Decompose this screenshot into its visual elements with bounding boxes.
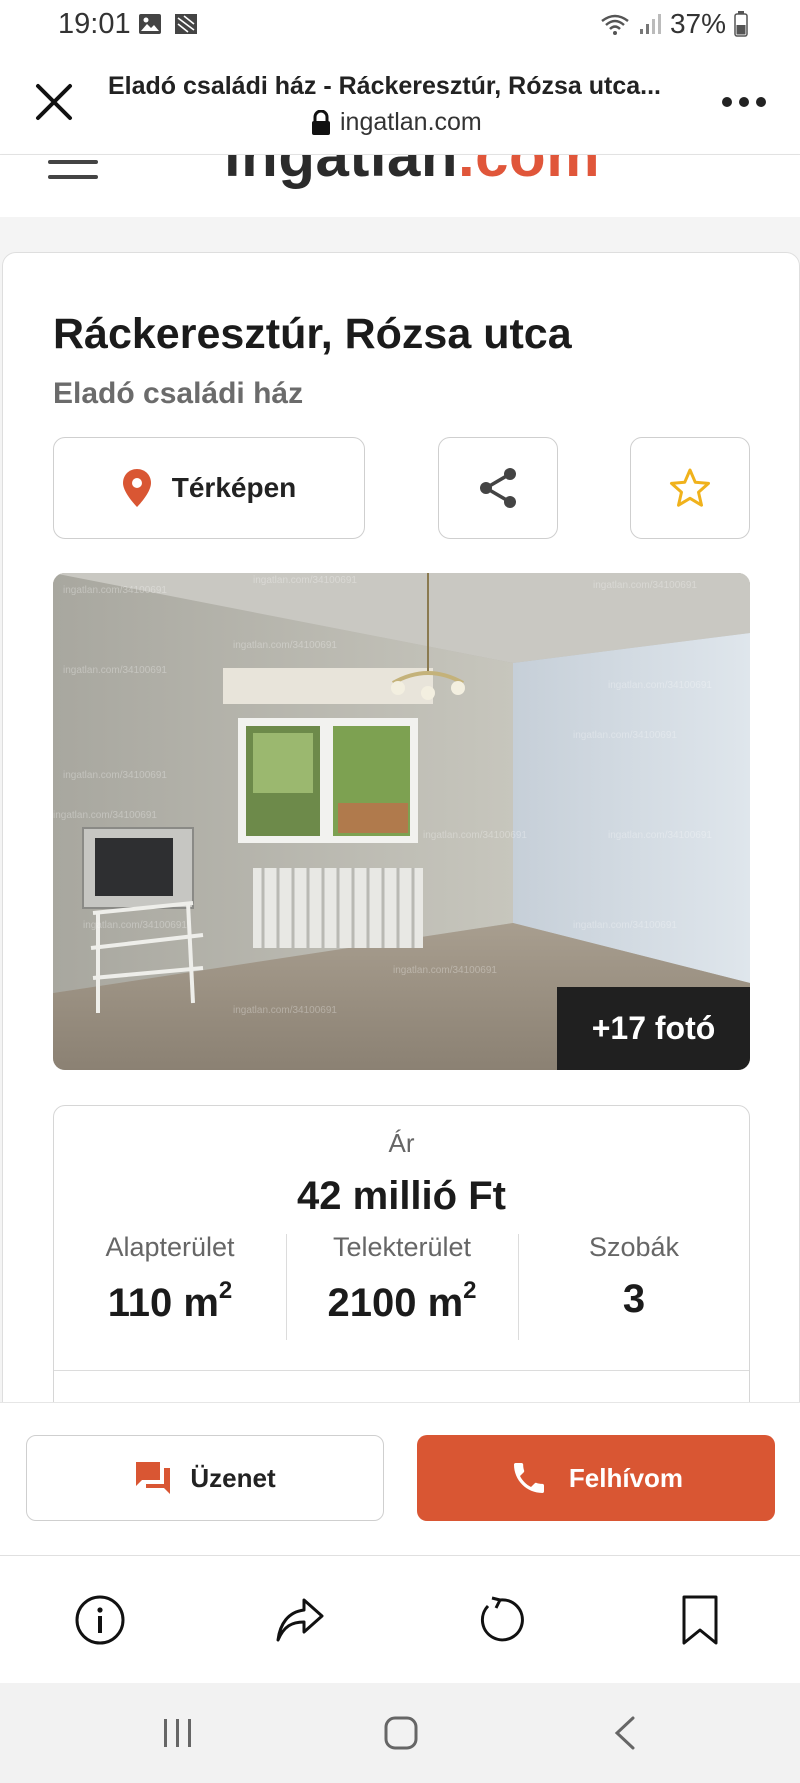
- url-text: ingatlan.com: [340, 108, 482, 136]
- listing-card: Ráckeresztúr, Rózsa utca Eladó családi h…: [2, 252, 800, 1505]
- recent-apps-button[interactable]: [153, 1713, 203, 1753]
- watermark: ingatlan.com/34100691: [63, 770, 167, 781]
- watermark: ingatlan.com/34100691: [253, 575, 357, 586]
- site-logo[interactable]: ingatlan.com: [224, 155, 600, 190]
- watermark: ingatlan.com/34100691: [608, 830, 712, 841]
- close-icon: [36, 84, 72, 120]
- site-header: ingatlan.com: [0, 155, 800, 217]
- reload-button[interactable]: [472, 1592, 528, 1648]
- browser-header: Eladó családi ház - Ráckeresztúr, Rózsa …: [0, 50, 800, 155]
- phone-icon: [513, 1463, 544, 1493]
- stat-floor-area: Alapterület 110 m2: [54, 1232, 286, 1326]
- watermark: ingatlan.com/34100691: [393, 965, 497, 976]
- message-button-label: Üzenet: [190, 1462, 276, 1493]
- stat-label: Telekterület: [332, 1232, 472, 1262]
- share-button[interactable]: [438, 437, 558, 539]
- call-button[interactable]: Felhívom: [417, 1435, 775, 1521]
- home-button[interactable]: [376, 1713, 426, 1753]
- image-icon: [139, 14, 161, 34]
- recent-apps-icon: [164, 1719, 191, 1747]
- forward-share-icon: [276, 1598, 324, 1642]
- page-title: Eladó családi ház - Ráckeresztúr, Rózsa …: [108, 72, 661, 100]
- listing-photo[interactable]: ingatlan.com/34100691 ingatlan.com/34100…: [53, 573, 750, 1070]
- favorite-button[interactable]: [630, 437, 750, 539]
- stat-plot-area: Telekterület 2100 m2: [286, 1232, 518, 1326]
- stat-label: Alapterület: [105, 1232, 235, 1262]
- watermark: ingatlan.com/34100691: [593, 580, 697, 591]
- call-button-label: Felhívom: [568, 1462, 684, 1493]
- watermark: ingatlan.com/34100691: [53, 810, 157, 821]
- close-tab-button[interactable]: [32, 80, 76, 124]
- back-button[interactable]: [600, 1713, 650, 1753]
- stat-rooms: Szobák 3: [518, 1232, 750, 1322]
- system-navigation-bar: [0, 1683, 800, 1783]
- status-left-icons: [138, 12, 198, 36]
- watermark: ingatlan.com/34100691: [233, 1005, 337, 1016]
- page-info-button[interactable]: [72, 1592, 128, 1648]
- bookmark-button[interactable]: [672, 1592, 728, 1648]
- listing-title: Ráckeresztúr, Rózsa utca: [53, 310, 572, 358]
- status-right: 37%: [600, 8, 748, 40]
- watermark: ingatlan.com/34100691: [608, 680, 712, 691]
- url-bar[interactable]: ingatlan.com: [310, 108, 482, 137]
- more-dot-icon: [722, 97, 732, 107]
- stat-value: 110 m2: [107, 1277, 233, 1325]
- info-icon: [75, 1595, 125, 1645]
- message-button[interactable]: Üzenet: [26, 1435, 384, 1521]
- notification-icon: [175, 14, 197, 34]
- watermark: ingatlan.com/34100691: [423, 830, 527, 841]
- battery-percent: 37%: [669, 8, 726, 39]
- status-bar: 19:01 37%: [0, 0, 800, 50]
- map-button[interactable]: Térképen: [53, 437, 365, 539]
- more-dot-icon: [756, 97, 766, 107]
- more-dot-icon: [739, 97, 749, 107]
- bookmark-icon: [682, 1595, 718, 1645]
- reload-icon: [480, 1596, 524, 1642]
- more-options-button[interactable]: [722, 92, 770, 112]
- share-icon: [480, 468, 516, 508]
- contact-action-bar: Üzenet Felhívom: [0, 1402, 800, 1556]
- watermark: ingatlan.com/34100691: [83, 920, 187, 931]
- details-separator: [54, 1370, 749, 1371]
- share-page-button[interactable]: [272, 1592, 328, 1648]
- photo-count-badge[interactable]: +17 fotó: [557, 987, 750, 1070]
- map-pin-icon: [122, 469, 151, 507]
- map-button-label: Térképen: [171, 472, 297, 503]
- chat-icon: [136, 1462, 171, 1494]
- watermark: ingatlan.com/34100691: [573, 730, 677, 741]
- watermark: ingatlan.com/34100691: [63, 585, 167, 596]
- price-label: Ár: [388, 1128, 415, 1158]
- stat-label: Szobák: [588, 1232, 680, 1262]
- back-icon: [614, 1716, 635, 1750]
- browser-toolbar: [0, 1557, 800, 1683]
- watermark: ingatlan.com/34100691: [573, 920, 677, 931]
- status-time: 19:01: [58, 8, 131, 40]
- wifi-icon: [601, 14, 629, 35]
- price-value: 42 millió Ft: [297, 1174, 506, 1218]
- menu-icon[interactable]: [48, 155, 98, 185]
- signal-icon: [639, 14, 661, 34]
- star-icon: [670, 468, 710, 507]
- battery-icon: [734, 11, 748, 37]
- home-icon: [384, 1716, 418, 1750]
- listing-subtitle: Eladó családi ház: [53, 377, 304, 410]
- lock-icon: [312, 109, 330, 135]
- watermark: ingatlan.com/34100691: [63, 665, 167, 676]
- stat-value: 3: [622, 1277, 646, 1321]
- stat-value: 2100 m2: [327, 1277, 477, 1325]
- watermark: ingatlan.com/34100691: [233, 640, 337, 651]
